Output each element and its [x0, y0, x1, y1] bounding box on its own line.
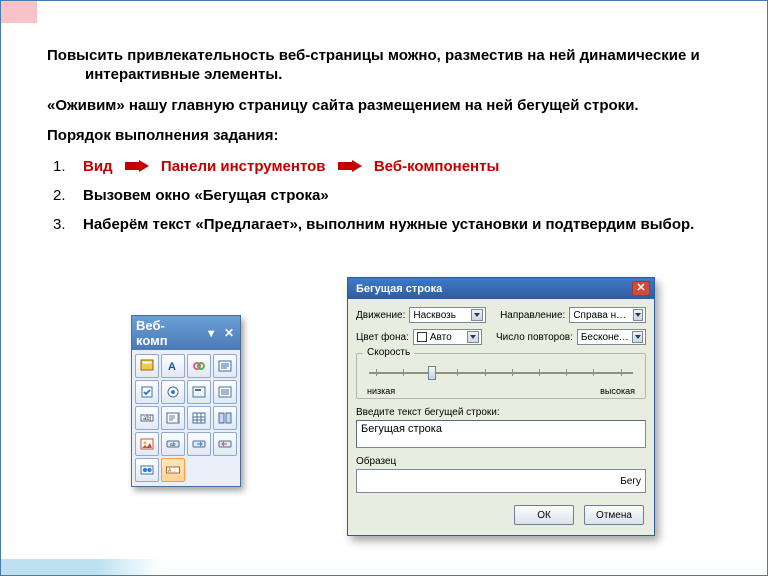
- chevron-down-icon: [471, 309, 483, 321]
- ok-button[interactable]: ОК: [514, 505, 574, 525]
- movement-label: Движение:: [356, 310, 405, 321]
- dialog-titlebar[interactable]: Бегущая строка ✕: [348, 278, 654, 299]
- marquee-dialog: Бегущая строка ✕ Движение: Насквозь Напр…: [347, 277, 655, 536]
- columns-icon[interactable]: [213, 406, 237, 430]
- script-icon[interactable]: [213, 354, 237, 378]
- speed-high-label: высокая: [600, 386, 635, 396]
- dialog-body: Движение: Насквозь Направление: Справа н…: [348, 299, 654, 499]
- movement-value: Насквозь: [413, 310, 456, 321]
- svg-text:ab: ab: [170, 442, 176, 448]
- slider-thumb[interactable]: [428, 366, 436, 380]
- text-block: Повысить привлекательность веб-страницы …: [47, 47, 721, 244]
- chevron-down-icon: [632, 331, 643, 343]
- speed-group: Скорость низкая высок: [356, 353, 646, 399]
- step-2: Вызовем окно «Бегущая строка»: [47, 187, 721, 206]
- image-icon[interactable]: [135, 432, 159, 456]
- step-1-c: Веб-компоненты: [374, 158, 499, 175]
- dialog-buttons: ОК Отмена: [348, 499, 654, 535]
- bgcolor-value: Авто: [430, 332, 452, 343]
- step-1: Вид Панели инструментов Веб-компоненты: [47, 158, 721, 177]
- bgcolor-label: Цвет фона:: [356, 332, 409, 343]
- marquee-icon[interactable]: A→: [161, 458, 185, 482]
- step-1-b: Панели инструментов: [161, 158, 326, 175]
- arrow-icon: [125, 160, 149, 172]
- checkbox-icon[interactable]: [135, 380, 159, 404]
- direction-value: Справа налево: [573, 310, 630, 321]
- chevron-down-icon: [467, 331, 479, 343]
- svg-text:A→: A→: [168, 468, 176, 474]
- speed-slider[interactable]: [365, 364, 637, 386]
- textarea-icon[interactable]: [161, 406, 185, 430]
- arrow-icon: [338, 160, 362, 172]
- button-icon[interactable]: ab: [161, 432, 185, 456]
- table-icon[interactable]: [187, 406, 211, 430]
- group-icon[interactable]: [187, 380, 211, 404]
- slide: Повысить привлекательность веб-страницы …: [0, 0, 768, 576]
- speed-group-title: Скорость: [363, 347, 414, 358]
- submit-icon[interactable]: [187, 432, 211, 456]
- web-components-toolbar: Веб-комп ▾ ✕ A ab| ab: [131, 315, 241, 487]
- svg-text:ab|: ab|: [143, 416, 152, 422]
- para-3: Порядок выполнения задания:: [47, 127, 721, 146]
- step-3: Наберём текст «Предлагает», выполним нуж…: [47, 216, 721, 235]
- marquee-text-input[interactable]: Бегущая строка: [356, 420, 646, 448]
- movie-icon[interactable]: [135, 458, 159, 482]
- para-2: «Оживим» нашу главную страницу сайта раз…: [47, 97, 721, 116]
- link-icon[interactable]: [187, 354, 211, 378]
- repeat-combo[interactable]: Бесконечно: [577, 329, 646, 345]
- cancel-button[interactable]: Отмена: [584, 505, 644, 525]
- svg-text:A: A: [168, 361, 176, 373]
- steps-list: Вид Панели инструментов Веб-компоненты В…: [47, 158, 721, 234]
- close-icon[interactable]: ✕: [222, 326, 236, 340]
- dialog-title-text: Бегущая строка: [356, 283, 442, 295]
- speed-low-label: низкая: [367, 386, 395, 396]
- sample-text: Бегу: [620, 476, 641, 487]
- sample-preview: Бегу: [356, 469, 646, 493]
- para-1: Повысить привлекательность веб-страницы …: [47, 47, 721, 85]
- sample-label: Образец: [356, 456, 646, 467]
- bgcolor-combo[interactable]: Авто: [413, 329, 482, 345]
- radio-icon[interactable]: [161, 380, 185, 404]
- toolbar-title-text: Веб-комп: [136, 318, 196, 348]
- toolbar-titlebar[interactable]: Веб-комп ▾ ✕: [132, 316, 240, 350]
- reset-icon[interactable]: [213, 432, 237, 456]
- repeat-label: Число повторов:: [496, 332, 573, 343]
- step-1-a: Вид: [83, 158, 113, 175]
- toolbar-grid: A ab| ab A→: [132, 350, 240, 486]
- movement-combo[interactable]: Насквозь: [409, 307, 486, 323]
- form-icon[interactable]: [135, 354, 159, 378]
- textfield-icon[interactable]: ab|: [135, 406, 159, 430]
- marquee-text-value: Бегущая строка: [361, 423, 442, 435]
- chevron-down-icon: [633, 309, 643, 321]
- direction-combo[interactable]: Справа налево: [569, 307, 646, 323]
- list-icon[interactable]: [213, 380, 237, 404]
- text-icon[interactable]: A: [161, 354, 185, 378]
- repeat-value: Бесконечно: [581, 332, 629, 343]
- color-swatch-icon: [417, 332, 427, 342]
- close-button[interactable]: ✕: [632, 281, 650, 296]
- marquee-text-label: Введите текст бегущей строки:: [356, 407, 646, 418]
- direction-label: Направление:: [500, 310, 565, 321]
- chevron-down-icon[interactable]: ▾: [204, 326, 218, 340]
